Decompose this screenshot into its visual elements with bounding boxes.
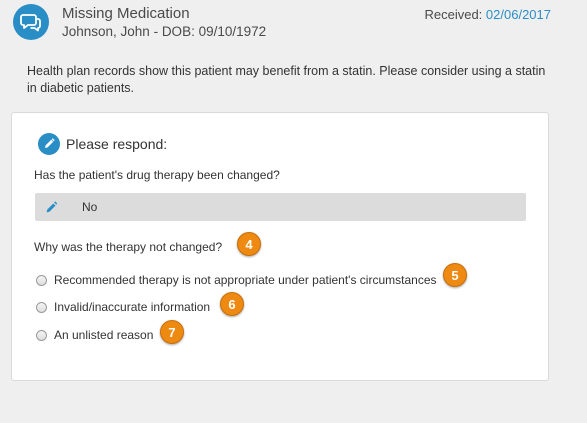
answer-therapy-changed[interactable]: No bbox=[35, 193, 526, 221]
alert-message: Health plan records show this patient ma… bbox=[27, 64, 546, 95]
alert-title: Missing Medication bbox=[62, 5, 190, 22]
option-unlisted-reason[interactable]: An unlisted reason bbox=[36, 328, 153, 342]
response-card: Please respond: Has the patient's drug t… bbox=[11, 112, 549, 381]
chat-bubbles-icon bbox=[13, 4, 49, 40]
option-invalid-information[interactable]: Invalid/inaccurate information bbox=[36, 300, 210, 314]
received-info: Received: 02/06/2017 bbox=[424, 7, 551, 22]
callout-badge-7: 7 bbox=[160, 320, 184, 344]
pencil-icon bbox=[38, 133, 60, 155]
radio-button[interactable] bbox=[36, 329, 47, 341]
received-label: Received: bbox=[424, 7, 483, 22]
edit-icon[interactable] bbox=[35, 193, 67, 221]
option-label: Recommended therapy is not appropriate u… bbox=[54, 273, 437, 287]
question-why-not-changed: Why was the therapy not changed? bbox=[34, 240, 223, 254]
answer-value: No bbox=[82, 200, 98, 214]
radio-button[interactable] bbox=[36, 301, 47, 313]
callout-badge-5: 5 bbox=[443, 263, 467, 287]
callout-badge-6: 6 bbox=[220, 292, 244, 316]
option-not-appropriate[interactable]: Recommended therapy is not appropriate u… bbox=[36, 273, 437, 287]
received-date[interactable]: 02/06/2017 bbox=[486, 7, 551, 22]
option-label: An unlisted reason bbox=[54, 328, 154, 342]
question-therapy-changed: Has the patient's drug therapy been chan… bbox=[34, 168, 280, 182]
callout-badge-4: 4 bbox=[237, 232, 261, 256]
respond-heading: Please respond: bbox=[66, 136, 168, 152]
option-label: Invalid/inaccurate information bbox=[54, 300, 211, 314]
patient-info: Johnson, John - DOB: 09/10/1972 bbox=[62, 24, 267, 39]
radio-button[interactable] bbox=[36, 274, 47, 286]
